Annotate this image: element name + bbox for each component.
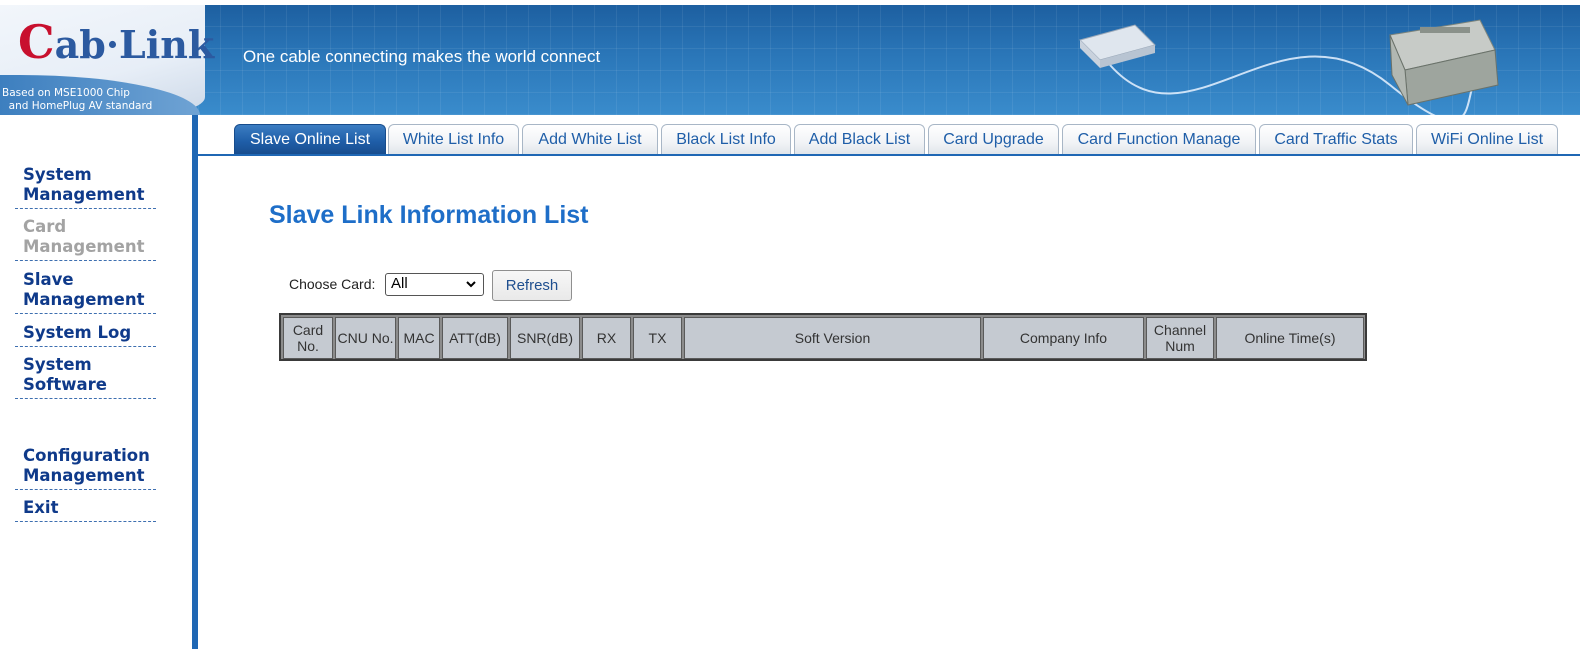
column-header: RX — [582, 317, 631, 359]
outdoor-unit-icon — [1389, 19, 1499, 106]
tab-add-white-list[interactable]: Add White List — [522, 124, 658, 155]
sidebar-item-exit[interactable]: Exit — [15, 495, 156, 522]
card-select-value: All — [391, 275, 408, 292]
card-select[interactable]: All — [385, 273, 484, 296]
column-header: Company Info — [983, 317, 1144, 359]
choose-card-label: Choose Card: — [289, 276, 376, 292]
tab-card-upgrade[interactable]: Card Upgrade — [928, 124, 1059, 155]
tab-add-black-list[interactable]: Add Black List — [794, 124, 925, 155]
sidebar-item-configuration-management[interactable]: Configuration Management — [15, 443, 156, 490]
tab-slave-online-list[interactable]: Slave Online List — [234, 124, 386, 155]
column-header: Card No. — [283, 317, 333, 359]
column-header: CNU No. — [335, 317, 396, 359]
modem-device-icon — [1079, 24, 1156, 68]
tab-white-list-info[interactable]: White List Info — [388, 124, 519, 155]
chevron-down-icon — [466, 281, 476, 288]
refresh-button[interactable]: Refresh — [492, 270, 572, 301]
page-title: Slave Link Information List — [269, 201, 589, 229]
tab-underline — [198, 154, 1580, 156]
column-header: Channel Num — [1146, 317, 1214, 359]
sidebar-item-system-management[interactable]: System Management — [15, 162, 156, 209]
sidebar-divider — [192, 115, 198, 649]
tab-card-traffic-stats[interactable]: Card Traffic Stats — [1259, 124, 1413, 155]
column-header: Online Time(s) — [1216, 317, 1364, 359]
header-banner: Cab·Link Based on MSE1000 Chip and HomeP… — [0, 5, 1580, 115]
banner-slogan: One cable connecting makes the world con… — [243, 47, 601, 66]
column-header: MAC — [398, 317, 440, 359]
device-illustration — [1079, 19, 1499, 115]
tab-black-list-info[interactable]: Black List Info — [661, 124, 791, 155]
column-header: SNR(dB) — [510, 317, 580, 359]
logo-subtitle: Based on MSE1000 Chip and HomePlug AV st… — [2, 87, 153, 112]
tab-wifi-online-list[interactable]: WiFi Online List — [1416, 124, 1558, 155]
tab-card-function-manage[interactable]: Card Function Manage — [1062, 124, 1256, 155]
sidebar-item-system-software[interactable]: System Software — [15, 352, 156, 399]
logo-wordmark: ab·Link — [54, 22, 215, 67]
cablink-logo: Cab·Link — [18, 15, 214, 69]
logo-letter-c: C — [18, 15, 55, 69]
column-header: TX — [633, 317, 682, 359]
sidebar-item-card-management[interactable]: Card Management — [15, 214, 156, 261]
column-header: Soft Version — [684, 317, 981, 359]
sidebar-item-system-log[interactable]: System Log — [15, 320, 156, 347]
logo-panel: Cab·Link Based on MSE1000 Chip and HomeP… — [0, 5, 214, 115]
sidebar-item-slave-management[interactable]: Slave Management — [15, 267, 156, 314]
column-header: ATT(dB) — [442, 317, 508, 359]
slave-link-table: Card No. CNU No. MAC ATT(dB) SNR(dB) RX … — [279, 313, 1367, 361]
